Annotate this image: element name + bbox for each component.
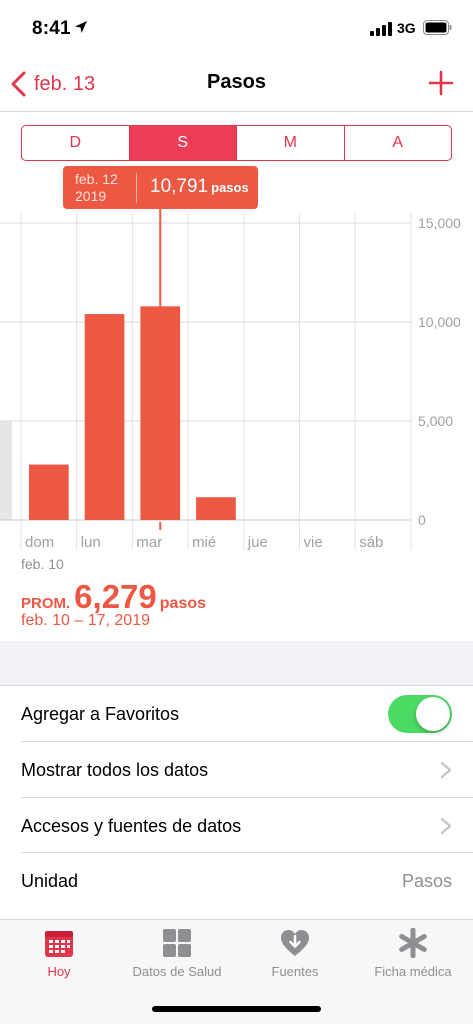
network-type: 3G	[397, 20, 416, 36]
show-all-data-label: Mostrar todos los datos	[21, 760, 209, 780]
chevron-right-icon	[440, 817, 452, 835]
tab-medical-id[interactable]: Ficha médica	[354, 928, 472, 979]
x-tick-label: lun	[81, 534, 101, 551]
navigation-bar: feb. 13 Pasos	[0, 56, 473, 112]
x-tick-label: mié	[192, 534, 216, 551]
segment-day[interactable]: D	[22, 126, 130, 160]
tooltip-value: 10,791 pasos	[150, 176, 249, 198]
x-tick-label: vie	[304, 534, 323, 551]
average-date-range: feb. 10 – 17, 2019	[21, 612, 150, 629]
unit-value: Pasos	[401, 871, 452, 891]
bar-mar	[140, 306, 181, 520]
y-tick-label: 10,000	[418, 314, 461, 330]
asterisk-icon	[399, 928, 427, 958]
y-tick-label: 15,000	[418, 215, 461, 231]
location-arrow-icon	[75, 21, 87, 33]
tooltip-date: feb. 12	[75, 171, 118, 187]
x-tick-label: sáb	[359, 534, 383, 551]
average-unit: pasos	[159, 595, 207, 612]
tab-medical-id-label: Ficha médica	[374, 964, 452, 979]
average-summary: PROM. 6,279 pasos	[21, 578, 206, 616]
y-tick-label: 0	[418, 512, 426, 528]
section-spacer	[0, 641, 473, 685]
tooltip-year: 2019	[75, 188, 107, 204]
segment-year[interactable]: A	[345, 126, 452, 160]
status-bar: 8:41 3G	[0, 0, 473, 56]
x-tick-label: dom	[25, 534, 54, 551]
tab-sources[interactable]: Fuentes	[236, 928, 354, 979]
segment-week[interactable]: S	[129, 126, 237, 160]
tooltip-separator	[136, 173, 137, 203]
tab-health-data-label: Datos de Salud	[132, 964, 222, 979]
steps-chart[interactable]: 15,000 10,000 5,000 0 dom lun mar mié jue vie sáb	[0, 165, 473, 575]
tab-today-label: Hoy	[47, 964, 71, 979]
bar-dom	[29, 464, 69, 520]
cellular-signal-icon	[370, 22, 392, 36]
tab-health-data[interactable]: Datos de Salud	[118, 928, 236, 979]
period-segmented-control: D S M A	[21, 125, 452, 161]
page-title: Pasos	[207, 71, 266, 93]
steps-bar-chart: 15,000 10,000 5,000 0 dom lun mar mié jue vie sáb	[0, 209, 461, 551]
data-sources-row[interactable]: Accesos y fuentes de datos	[0, 798, 473, 854]
favorites-label: Agregar a Favoritos	[21, 704, 180, 724]
toggle-knob	[416, 697, 450, 731]
chevron-right-icon	[440, 761, 452, 779]
add-data-button[interactable]	[428, 70, 454, 96]
segment-month[interactable]: M	[237, 126, 345, 160]
home-indicator	[152, 1006, 321, 1012]
favorites-toggle[interactable]	[388, 695, 452, 733]
calendar-icon	[45, 931, 73, 957]
selected-bar-tooltip: feb. 12 2019 10,791 pasos	[63, 166, 258, 209]
average-label: PROM.	[21, 595, 71, 612]
bar-lun	[84, 314, 125, 520]
tooltip-unit: pasos	[211, 180, 249, 195]
week-start-label: feb. 10	[21, 556, 64, 572]
show-all-data-row[interactable]: Mostrar todos los datos	[0, 742, 473, 798]
battery-icon	[423, 20, 452, 35]
tab-sources-label: Fuentes	[271, 964, 319, 979]
grid-icon	[163, 929, 191, 957]
tab-today[interactable]: Hoy	[0, 928, 118, 979]
status-time: 8:41	[32, 18, 71, 39]
y-tick-label: 5,000	[418, 413, 453, 429]
x-tick-label: mar	[136, 534, 162, 551]
heart-download-icon	[281, 930, 309, 956]
previous-week-bar	[0, 421, 12, 520]
favorites-row: Agregar a Favoritos	[0, 686, 473, 742]
bar-mié	[196, 497, 236, 520]
tooltip-steps: 10,791	[150, 176, 209, 197]
data-sources-label: Accesos y fuentes de datos	[21, 816, 242, 836]
average-value: 6,279	[74, 578, 157, 615]
unit-row[interactable]: Unidad Pasos	[0, 853, 473, 909]
x-tick-label: jue	[247, 534, 268, 551]
unit-label: Unidad	[21, 871, 79, 891]
